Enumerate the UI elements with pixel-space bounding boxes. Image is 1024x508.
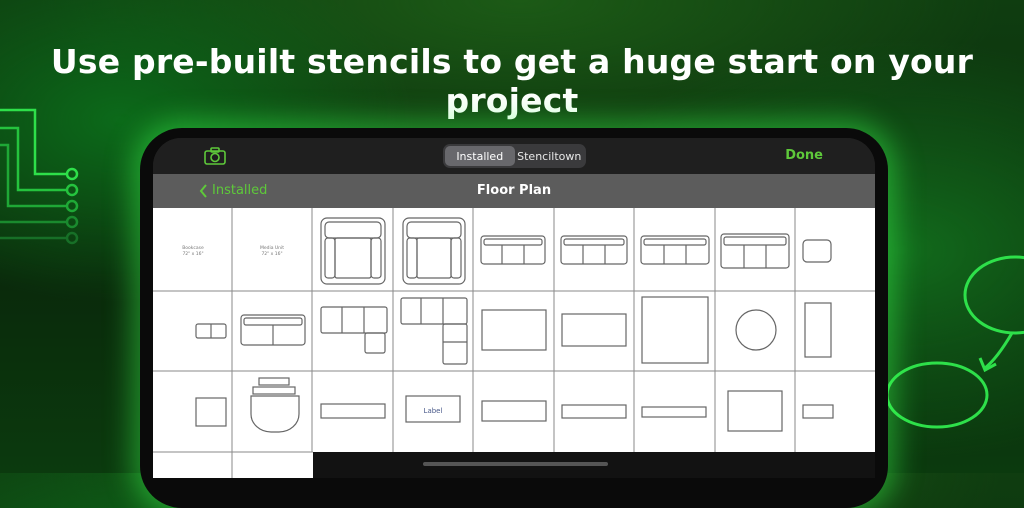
- sofa-stencil[interactable]: [240, 314, 306, 346]
- app-screen: Installed Stenciltown Done Installed Flo…: [153, 138, 875, 478]
- circuit-node: [65, 199, 79, 213]
- square-table-stencil[interactable]: [641, 296, 709, 364]
- label-stencil-text: Label: [424, 407, 443, 415]
- rectangle-stencil[interactable]: [481, 400, 547, 422]
- label-stencil[interactable]: Label: [405, 395, 461, 423]
- circuit-node: [65, 183, 79, 197]
- rectangle-stencil[interactable]: [641, 406, 707, 418]
- flow-arrow: [984, 332, 1014, 370]
- stencil-shapes: Label: [195, 217, 834, 433]
- segment-stenciltown[interactable]: Stenciltown: [515, 146, 585, 166]
- navigation-bar: Installed Floor Plan: [153, 174, 875, 208]
- armchair-stencil[interactable]: [320, 217, 386, 285]
- rectangle-table-stencil[interactable]: [481, 309, 547, 351]
- loveseat-stencil[interactable]: [195, 323, 227, 339]
- circuit-node: [65, 215, 79, 229]
- circuit-node: [65, 231, 79, 245]
- long-table-stencil[interactable]: [804, 302, 832, 358]
- flow-loop: [963, 255, 1024, 335]
- source-segmented-control: Installed Stenciltown: [443, 144, 586, 168]
- counter-stencil[interactable]: [320, 403, 386, 419]
- armchair-stencil[interactable]: [402, 217, 466, 285]
- rectangle-stencil[interactable]: [561, 404, 627, 419]
- circuit-line: [0, 143, 66, 208]
- rectangle-stencil[interactable]: [727, 390, 783, 432]
- circuit-line: [0, 108, 66, 176]
- flow-loop: [885, 361, 989, 429]
- sofa-stencil[interactable]: [480, 235, 546, 265]
- rectangle-stencil[interactable]: [802, 404, 834, 419]
- top-toolbar: Installed Stenciltown Done: [153, 138, 875, 174]
- rectangle-table-stencil[interactable]: [561, 313, 627, 347]
- stencil-grid: Bookcase 72" x 16" Media Unit 72" x 16": [153, 208, 875, 478]
- circuit-node: [65, 167, 79, 181]
- home-indicator[interactable]: [423, 462, 608, 466]
- segment-installed[interactable]: Installed: [445, 146, 515, 166]
- sofa-stencil[interactable]: [720, 233, 790, 269]
- sofa-stencil[interactable]: [640, 235, 710, 265]
- bathtub-stencil[interactable]: [250, 377, 300, 433]
- round-table-stencil[interactable]: [735, 309, 777, 351]
- page-title: Floor Plan: [476, 183, 552, 198]
- sectional-sofa-stencil[interactable]: [320, 306, 388, 354]
- sectional-sofa-stencil[interactable]: [400, 297, 468, 365]
- square-stencil[interactable]: [195, 397, 227, 427]
- done-button[interactable]: Done: [785, 148, 823, 163]
- circuit-line: [0, 126, 66, 192]
- ottoman-stencil[interactable]: [802, 239, 832, 263]
- camera-icon[interactable]: [203, 146, 227, 166]
- sofa-stencil[interactable]: [560, 235, 628, 265]
